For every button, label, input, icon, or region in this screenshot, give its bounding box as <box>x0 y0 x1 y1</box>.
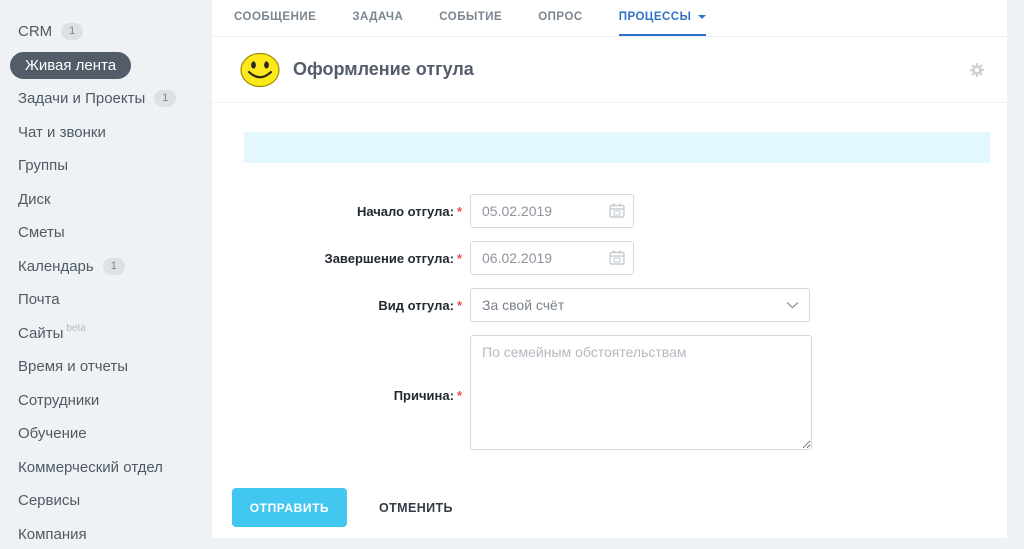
calendar-icon[interactable] <box>609 250 625 265</box>
sidebar-item-label: Время и отчеты <box>18 358 129 376</box>
counter-badge: 1 <box>102 257 125 275</box>
counter-badge: 1 <box>154 90 177 108</box>
sidebar-item[interactable]: Коммерческий отдел <box>0 451 212 485</box>
sidebar-item[interactable]: Время и отчеты <box>0 350 212 384</box>
sidebar-item-label: Сервисы <box>18 492 81 510</box>
sidebar-item[interactable]: Диск <box>0 183 212 217</box>
start-date-control <box>470 194 634 228</box>
leave-request-form: Начало отгула:* Завершени <box>212 194 1007 455</box>
field-label: Причина: * <box>393 387 462 403</box>
tab-bar: СООБЩЕНИЕ ЗАДАЧА СОБЫТИЕ ОПРОС ПРОЦЕССЫ <box>212 0 1007 37</box>
leave-type-control: За свой счёт <box>470 288 810 322</box>
sidebar-item-label: Группы <box>18 157 68 175</box>
sidebar-item[interactable]: CRM 1 <box>0 15 212 49</box>
reason-textarea[interactable] <box>470 335 812 450</box>
sidebar-item[interactable]: Обучение <box>0 417 212 451</box>
tab-item[interactable]: ОПРОС <box>538 0 582 36</box>
calendar-icon[interactable] <box>609 203 625 218</box>
tab-item[interactable]: СООБЩЕНИЕ <box>234 0 316 36</box>
sidebar-item[interactable]: Сметы <box>0 216 212 250</box>
page-title: Оформление отгула <box>293 59 474 79</box>
sidebar-item[interactable]: Задачи и Проекты 1 <box>0 82 212 116</box>
form-row-end-date: Завершение отгула: * <box>212 241 1007 275</box>
reason-control <box>470 335 812 455</box>
form-row-reason: Причина: * <box>212 335 1007 455</box>
required-asterisk: * <box>456 250 462 266</box>
process-header: Оформление отгула <box>212 37 1007 103</box>
tab-label: СОБЫТИЕ <box>439 11 503 23</box>
sidebar-item-label: CRM <box>18 23 53 41</box>
field-label: Вид отгула: * <box>378 297 462 313</box>
sidebar-item[interactable]: Почта <box>0 283 212 317</box>
submit-button[interactable]: ОТПРАВИТЬ <box>232 488 347 527</box>
tab-item[interactable]: СОБЫТИЕ <box>439 0 502 36</box>
sidebar-item-label: Коммерческий отдел <box>18 458 163 476</box>
sidebar-item[interactable]: Живая лента <box>0 49 212 83</box>
counter-badge: 1 <box>61 23 84 41</box>
sidebar-item[interactable]: Чат и звонки <box>0 116 212 150</box>
form-row-leave-type: Вид отгула: * За свой счёт <box>212 288 1007 322</box>
sidebar-item[interactable]: Группы <box>0 149 212 183</box>
sidebar-item-label: Календарь <box>18 257 94 275</box>
tab-label: ЗАДАЧА <box>352 11 404 23</box>
tab-label: ПРОЦЕССЫ <box>618 11 692 23</box>
field-label: Начало отгула: * <box>356 203 462 219</box>
beta-label: beta <box>66 322 86 334</box>
sidebar-item[interactable]: Сайты beta <box>0 317 212 351</box>
required-asterisk: * <box>456 297 462 313</box>
sidebar-item-label: Обучение <box>18 425 87 443</box>
gear-icon[interactable] <box>969 62 985 78</box>
tab-label: ОПРОС <box>538 11 583 23</box>
sidebar-item-label: Сайты <box>18 324 64 342</box>
sidebar-item[interactable]: Календарь 1 <box>0 250 212 284</box>
caret-down-icon <box>698 15 707 23</box>
info-banner <box>244 132 990 163</box>
sidebar-item[interactable]: Сервисы <box>0 484 212 518</box>
smiley-icon <box>240 52 280 88</box>
required-asterisk: * <box>456 387 462 403</box>
tab-label: СООБЩЕНИЕ <box>234 11 317 23</box>
leave-type-select[interactable]: За свой счёт <box>470 288 810 322</box>
end-date-control <box>470 241 634 275</box>
field-label: Завершение отгула: * <box>324 250 462 266</box>
required-asterisk: * <box>456 203 462 219</box>
sidebar-nav: CRM 1 Живая лента Задачи и Проекты 1 Чат и зв… <box>0 15 212 549</box>
sidebar-item-label: Компания <box>18 525 87 543</box>
sidebar-item-label: Задачи и Проекты <box>18 90 146 108</box>
app-window: CRM 1 Живая лента Задачи и Проекты 1 Чат и зв… <box>0 0 1024 549</box>
chevron-down-icon <box>786 301 799 309</box>
main-card: СООБЩЕНИЕ ЗАДАЧА СОБЫТИЕ ОПРОС ПРОЦЕССЫ Офор… <box>212 0 1007 538</box>
sidebar-item-label: Сметы <box>18 224 65 242</box>
form-actions: ОТПРАВИТЬ ОТМЕНИТЬ <box>212 488 1007 527</box>
sidebar-item[interactable]: Компания <box>0 518 212 549</box>
sidebar-item-label: Чат и звонки <box>18 123 106 141</box>
selected-value: За свой счёт <box>482 297 565 313</box>
sidebar-item[interactable]: Сотрудники <box>0 384 212 418</box>
sidebar-item-label: Диск <box>18 190 51 208</box>
tab-item[interactable]: ПРОЦЕССЫ <box>618 0 707 36</box>
tab-item[interactable]: ЗАДАЧА <box>352 0 403 36</box>
cancel-button[interactable]: ОТМЕНИТЬ <box>373 500 459 516</box>
form-row-start-date: Начало отгула: * <box>212 194 1007 228</box>
sidebar-item-label: Сотрудники <box>18 391 100 409</box>
sidebar-item-label: Почта <box>18 291 60 309</box>
sidebar: CRM 1 Живая лента Задачи и Проекты 1 Чат и зв… <box>0 0 212 549</box>
sidebar-active-pill: Живая лента <box>10 51 132 79</box>
